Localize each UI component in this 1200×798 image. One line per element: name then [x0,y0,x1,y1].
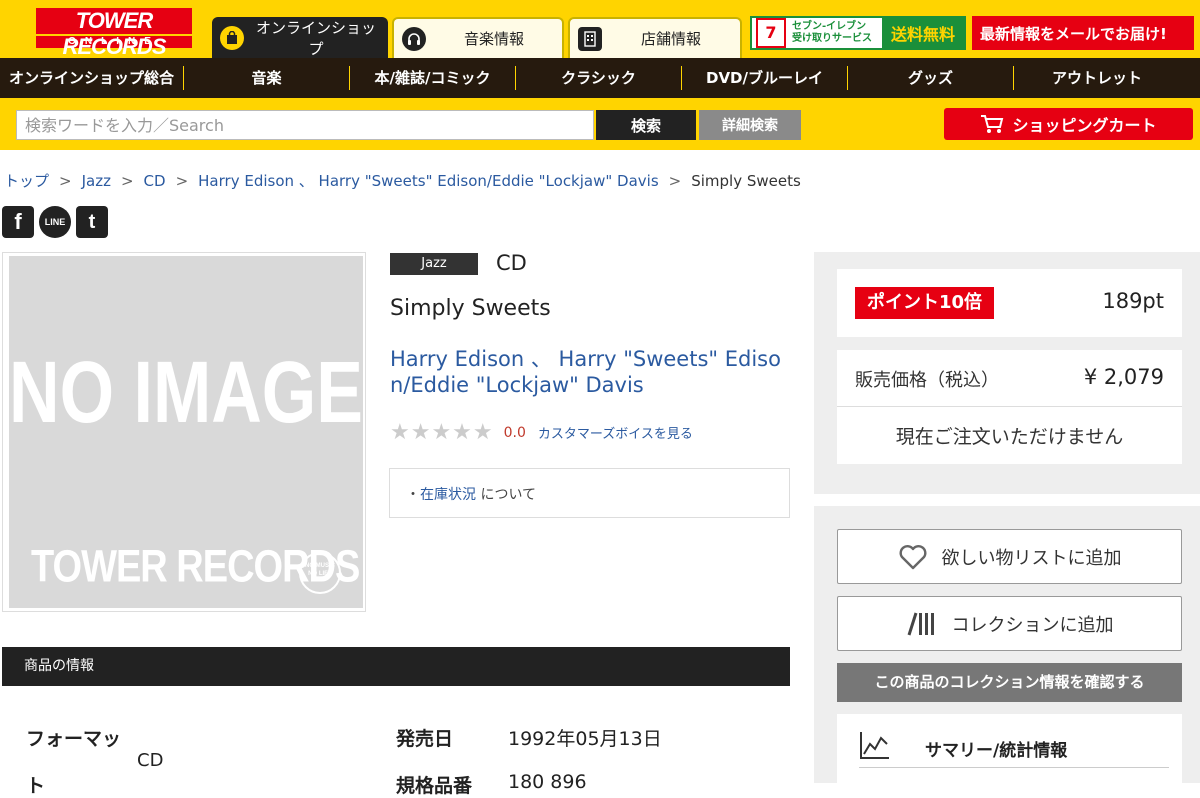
logo-text-top: TOWER RECORDS [36,8,192,59]
seven-eleven-logo: 7 [756,18,786,48]
search-button[interactable]: 検索 [596,110,696,140]
headphones-icon [402,26,426,51]
search-band: 検索 詳細検索 ショッピングカート [0,98,1200,150]
nav-item-shop-all[interactable]: オンラインショップ総合 [0,66,184,90]
line-icon[interactable]: LINE [39,206,71,238]
twitter-icon[interactable]: t [76,206,108,238]
logo-text-bottom: ONLINE [36,36,192,48]
points-value: 189pt [1102,289,1164,313]
nav-item-music[interactable]: 音楽 [184,66,350,90]
nav-item-outlet[interactable]: アウトレット [1014,66,1180,90]
search-input[interactable] [16,110,594,140]
wishlist-label: 欲しい物リストに追加 [941,547,1122,569]
tab-label: 音楽情報 [463,30,524,48]
tab-label: 店舗情報 [640,30,701,48]
nav-item-books[interactable]: 本/雑誌/コミック [350,66,516,90]
product-title: Simply Sweets [390,296,551,321]
stock-status-link[interactable]: 在庫状況 [420,487,476,503]
breadcrumb-top[interactable]: トップ [4,172,49,190]
add-to-collection-button[interactable]: コレクションに追加 [837,596,1182,651]
spec-release-label: 発売日 [396,728,454,750]
no-image-text: NO IMAGE [9,343,363,441]
building-icon [578,26,602,51]
spec-catalog-value: 180 896 [508,771,587,793]
breadcrumb: トップ > Jazz > CD > Harry Edison 、 Harry "Sweets… [4,170,801,191]
nav-item-goods[interactable]: グッズ [848,66,1014,90]
summary-section[interactable]: サマリー/統計情報 [837,714,1182,783]
breadcrumb-artist[interactable]: Harry Edison 、 Harry "Sweets" Edison/Edd… [198,172,659,190]
mail-newsletter-banner[interactable]: 最新情報をメールでお届け! [972,16,1194,50]
add-to-wishlist-button[interactable]: 欲しい物リストに追加 [837,529,1182,584]
rating-score: 0.0 [503,424,526,441]
rating-stars: ★★★★★ [390,420,494,445]
social-share: f LINE t [2,206,113,238]
points-box: ポイント10倍 189pt [837,269,1182,337]
category-nav: オンラインショップ総合 音楽 本/雑誌/コミック クラシック DVD/ブルーレイ… [0,58,1200,98]
breadcrumb-current: Simply Sweets [691,172,801,190]
artist-link[interactable]: Harry Edison 、 Harry "Sweets" Edison/Edd… [390,346,788,398]
price-row: 販売価格（税込） ¥ 2,079 [837,350,1182,407]
stock-bullet: ・ [406,487,420,503]
tab-online-shop[interactable]: オンラインショップ [212,17,388,58]
spec-release-value: 1992年05月13日 [508,728,662,750]
top-header: TOWER RECORDS ONLINE オンラインショップ 音楽情報 店舗情報… [0,0,1200,59]
no-music-no-life-seal: NO MUSIC NO LIFE [299,552,341,594]
breadcrumb-separator: > [120,172,134,190]
line-chart-icon [859,730,891,764]
shopping-cart-button[interactable]: ショッピングカート [944,108,1193,140]
spec-format-label-wrap: ト [26,775,46,797]
cart-label: ショッピングカート [1012,116,1157,135]
stock-status-box: ・在庫状況 について [389,468,790,518]
tab-store-info[interactable]: 店舗情報 [568,17,742,58]
seven-eleven-line2: 受け取りサービス [792,33,872,44]
facebook-icon[interactable]: f [2,206,34,238]
genre-tag[interactable]: Jazz [390,253,478,275]
unavailable-message: 現在ご注文いただけません [895,426,1124,448]
nav-item-classical[interactable]: クラシック [516,66,682,90]
price-value: ¥ 2,079 [1083,365,1164,389]
price-box: 販売価格（税込） ¥ 2,079 現在ご注文いただけません [837,350,1182,464]
seven-eleven-text: セブン-イレブン 受け取りサービス [792,21,882,45]
price-label: 販売価格（税込） [855,370,999,391]
seven-eleven-line1: セブン-イレブン [792,21,867,32]
product-info-header: 商品の情報 [2,647,790,686]
heart-icon [898,544,928,570]
seven-eleven-banner[interactable]: 7 セブン-イレブン 受け取りサービス 送料無料 [750,16,966,50]
free-shipping-label: 送料無料 [882,18,964,48]
spec-format-value: CD [137,750,164,771]
format-label: CD [496,251,527,275]
breadcrumb-separator: > [59,172,72,190]
no-image-placeholder: NO IMAGE TOWER RECORDS NO MUSIC NO LIFE [9,256,363,608]
summary-divider [859,767,1169,768]
collection-info-button[interactable]: この商品のコレクション情報を確認する [837,663,1182,702]
tab-label: オンラインショップ [255,18,376,58]
breadcrumb-jazz[interactable]: Jazz [82,172,111,190]
spec-format-label: フォーマッ [26,728,122,750]
shop-bag-icon [220,25,244,50]
advanced-search-button[interactable]: 詳細検索 [699,110,801,140]
collection-label: コレクションに追加 [951,614,1114,636]
product-image[interactable]: NO IMAGE TOWER RECORDS NO MUSIC NO LIFE [2,252,366,612]
point-badge: ポイント10倍 [855,287,995,319]
cart-icon [980,114,1004,134]
tower-records-logo[interactable]: TOWER RECORDS ONLINE [36,8,192,59]
breadcrumb-cd[interactable]: CD [144,172,166,190]
spec-catalog-label: 規格品番 [396,775,473,797]
summary-title: サマリー/統計情報 [925,741,1068,761]
breadcrumb-separator: > [668,172,682,190]
rating: ★★★★★ 0.0 カスタマーズボイスを見る [390,420,693,445]
customer-voice-link[interactable]: カスタマーズボイスを見る [538,423,693,442]
tab-music-info[interactable]: 音楽情報 [392,17,564,58]
breadcrumb-separator: > [175,172,189,190]
nav-item-dvd-bluray[interactable]: DVD/ブルーレイ [682,66,848,90]
stock-suffix: について [476,487,537,503]
collection-icon [906,611,938,637]
